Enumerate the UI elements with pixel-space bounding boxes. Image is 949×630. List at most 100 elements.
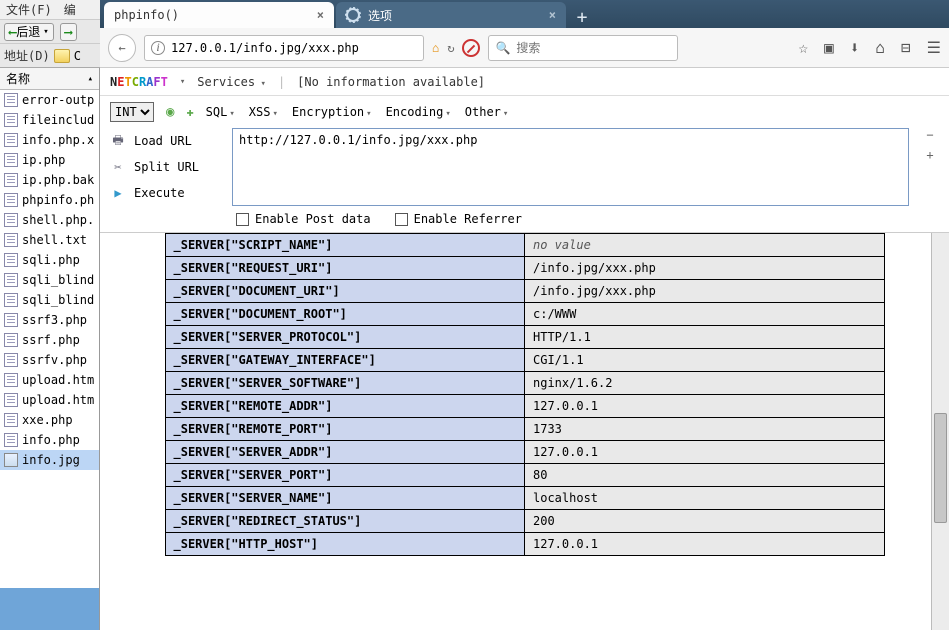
minus-icon[interactable]: −: [926, 128, 933, 142]
home-icon[interactable]: ⌂: [432, 41, 439, 55]
enable-referrer-checkbox[interactable]: Enable Referrer: [395, 212, 522, 226]
file-item[interactable]: info.jpg: [0, 450, 99, 470]
phpinfo-key: _SERVER["DOCUMENT_URI"]: [165, 280, 525, 303]
file-item[interactable]: sqli.php: [0, 250, 99, 270]
pocket-icon[interactable]: ▣: [824, 38, 834, 57]
url-input[interactable]: [171, 41, 417, 55]
tab-phpinfo[interactable]: phpinfo() ×: [104, 2, 334, 28]
site-info-icon[interactable]: i: [151, 41, 165, 55]
hackbar-menu-encryption[interactable]: Encryption: [292, 105, 372, 119]
netcraft-bar: NETCRAFT ▾ Services | [No information av…: [100, 68, 949, 96]
url-box[interactable]: i: [144, 35, 424, 61]
hackbar-menu-xss[interactable]: XSS: [249, 105, 278, 119]
forward-button[interactable]: ⟶: [60, 23, 77, 41]
file-sidebar: 名称 ▴ error-outpfileincludinfo.php.xip.ph…: [0, 68, 100, 630]
hackbar-url-textarea[interactable]: http://127.0.0.1/info.jpg/xxx.php: [232, 128, 909, 206]
file-name-label: ssrf.php: [22, 333, 80, 347]
table-row: _SERVER["SERVER_PORT"]80: [165, 464, 884, 487]
file-name-label: info.php: [22, 433, 80, 447]
phpinfo-value: localhost: [525, 487, 885, 510]
tab-close-icon[interactable]: ×: [549, 8, 556, 22]
menu-edit[interactable]: 编: [64, 1, 76, 18]
scrollbar-thumb[interactable]: [934, 413, 947, 523]
address-value: C: [74, 49, 81, 63]
sidebar-toggle-icon[interactable]: ⊟: [901, 38, 911, 57]
file-item[interactable]: fileinclud: [0, 110, 99, 130]
table-row: _SERVER["DOCUMENT_URI"]/info.jpg/xxx.php: [165, 280, 884, 303]
vertical-scrollbar[interactable]: [931, 233, 949, 630]
table-row: _SERVER["DOCUMENT_ROOT"]c:/WWW: [165, 303, 884, 326]
plus-icon[interactable]: +: [926, 148, 933, 162]
new-tab-button[interactable]: +: [568, 7, 596, 28]
table-row: _SERVER["SERVER_PROTOCOL"]HTTP/1.1: [165, 326, 884, 349]
file-name-label: error-outp: [22, 93, 94, 107]
file-item[interactable]: ssrfv.php: [0, 350, 99, 370]
tab-options-label: 选项: [368, 7, 392, 24]
hackbar-db-select[interactable]: INT: [110, 102, 154, 122]
search-icon: 🔍: [495, 41, 510, 55]
hackbar-menu-other[interactable]: Other: [465, 105, 509, 119]
hackbar-footer: Enable Post data Enable Referrer: [110, 206, 939, 232]
table-row: _SERVER["HTTP_HOST"]127.0.0.1: [165, 533, 884, 556]
text-file-icon: [4, 293, 18, 307]
search-input[interactable]: [516, 41, 671, 55]
add-icon[interactable]: ✚: [186, 105, 193, 119]
record-icon[interactable]: ◉: [166, 104, 174, 120]
load-url-label: Load URL: [134, 134, 192, 148]
file-item[interactable]: shell.txt: [0, 230, 99, 250]
phpinfo-value: 80: [525, 464, 885, 487]
file-item[interactable]: shell.php.: [0, 210, 99, 230]
file-item[interactable]: ip.php: [0, 150, 99, 170]
image-file-icon: [4, 453, 18, 467]
load-url-action[interactable]: 🖶 Load URL: [110, 128, 220, 154]
netcraft-services-menu[interactable]: Services: [197, 75, 266, 89]
enable-post-label: Enable Post data: [255, 212, 371, 226]
file-item[interactable]: ssrf3.php: [0, 310, 99, 330]
file-name-label: ssrfv.php: [22, 353, 87, 367]
file-item[interactable]: phpinfo.ph: [0, 190, 99, 210]
file-item[interactable]: error-outp: [0, 90, 99, 110]
home-toolbar-icon[interactable]: ⌂: [875, 38, 885, 57]
menu-file[interactable]: 文件(F): [6, 1, 52, 18]
phpinfo-value: /info.jpg/xxx.php: [525, 257, 885, 280]
file-item[interactable]: upload.htm: [0, 370, 99, 390]
execute-label: Execute: [134, 186, 185, 200]
split-url-label: Split URL: [134, 160, 199, 174]
search-box[interactable]: 🔍: [488, 35, 678, 61]
tab-close-icon[interactable]: ×: [317, 8, 324, 22]
file-name-label: ip.php.bak: [22, 173, 94, 187]
checkbox-icon: [395, 213, 408, 226]
table-row: _SERVER["REQUEST_URI"]/info.jpg/xxx.php: [165, 257, 884, 280]
phpinfo-key: _SERVER["DOCUMENT_ROOT"]: [165, 303, 525, 326]
file-item[interactable]: sqli_blind: [0, 270, 99, 290]
file-item[interactable]: xxe.php: [0, 410, 99, 430]
file-item[interactable]: sqli_blind: [0, 290, 99, 310]
file-item[interactable]: info.php: [0, 430, 99, 450]
file-item[interactable]: upload.htm: [0, 390, 99, 410]
toolbar-icons: ☆ ▣ ⬇ ⌂ ⊟ ☰: [798, 38, 941, 57]
split-url-action[interactable]: ✂ Split URL: [110, 154, 220, 180]
reload-icon[interactable]: ↻: [447, 41, 454, 55]
tab-options[interactable]: 选项 ×: [336, 2, 566, 28]
bookmark-star-icon[interactable]: ☆: [798, 38, 808, 57]
file-item[interactable]: info.php.x: [0, 130, 99, 150]
address-label: 地址(D): [4, 47, 50, 64]
phpinfo-key: _SERVER["SERVER_SOFTWARE"]: [165, 372, 525, 395]
noscript-icon[interactable]: [462, 39, 480, 57]
page-content[interactable]: _SERVER["SCRIPT_NAME"]no value_SERVER["R…: [100, 233, 949, 630]
hackbar-menu-sql[interactable]: SQL: [206, 105, 235, 119]
enable-post-checkbox[interactable]: Enable Post data: [236, 212, 371, 226]
hackbar-menu-encoding[interactable]: Encoding: [386, 105, 451, 119]
execute-icon: ▶: [110, 186, 126, 200]
execute-action[interactable]: ▶ Execute: [110, 180, 220, 206]
file-item[interactable]: ip.php.bak: [0, 170, 99, 190]
netcraft-dropdown-icon[interactable]: ▾: [180, 77, 185, 87]
file-item[interactable]: ssrf.php: [0, 330, 99, 350]
folder-icon: [54, 49, 70, 63]
back-button[interactable]: ⟵ 后退 ▾: [4, 23, 54, 41]
nav-back-button[interactable]: ←: [108, 34, 136, 62]
sidebar-name-header[interactable]: 名称 ▴: [0, 68, 99, 90]
menu-icon[interactable]: ☰: [927, 38, 941, 57]
downloads-icon[interactable]: ⬇: [850, 38, 860, 57]
text-file-icon: [4, 313, 18, 327]
